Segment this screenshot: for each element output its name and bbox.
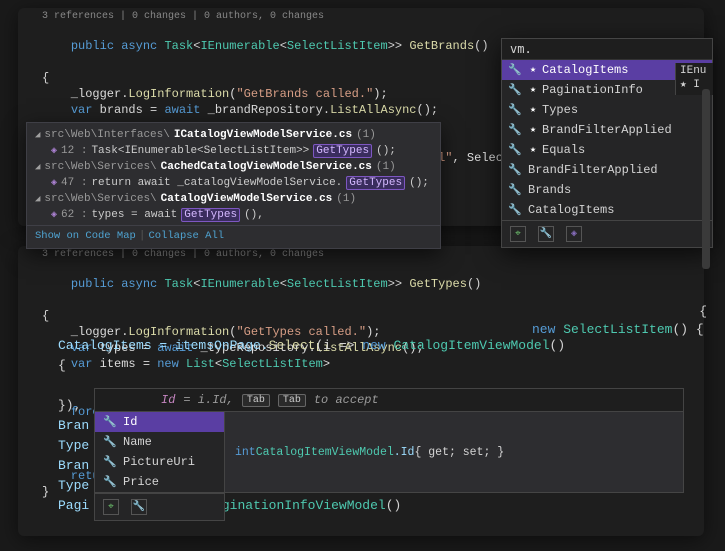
intellisense-popup[interactable]: vm. 🔧★CatalogItems🔧★PaginationInfo🔧★Type… [501,38,713,248]
wrench-icon: 🔧 [508,203,522,217]
background-code-fragment: { [699,304,707,319]
wrench-icon: 🔧 [508,63,522,77]
ref-file-row[interactable]: ◢src\Web\Services\CachedCatalogViewModel… [27,159,440,175]
intellisense-item[interactable]: 🔧 ★ Equals [502,140,712,160]
wrench-icon: 🔧 [508,83,522,97]
intellisense-item[interactable]: 🔧 Id [95,412,224,432]
ref-file-row[interactable]: ◢src\Web\Services\CatalogViewModelServic… [27,191,440,207]
intellisense-item[interactable]: 🔧 ★ BrandFilterApplied [502,120,712,140]
intellisense-item-label: Name [123,435,216,449]
intellisense-item[interactable]: 🔧 Price [95,472,224,492]
wrench-icon: 🔧 [508,123,522,137]
intellisense-item-label: Price [123,475,216,489]
intellisense-tooltip: int CatalogItemViewModel.Id { get; set; … [225,412,683,492]
cube-icon[interactable]: ◈ [566,226,582,242]
wrench-icon: 🔧 [103,475,117,489]
expand-icon[interactable]: ◢ [35,130,40,140]
star-icon: ★ [530,104,536,116]
star-icon: ★ [530,64,536,76]
wrench-icon: 🔧 [508,183,522,197]
find-references-popup[interactable]: ◢src\Web\Interfaces\ICatalogViewModelSer… [26,122,441,249]
intellisense-footer: ⌖ 🔧 ◈ [502,220,712,247]
target-icon[interactable]: ⌖ [103,499,119,515]
wrench-icon[interactable]: 🔧 [131,499,147,515]
intellisense-item-label: BrandFilterApplied [542,123,706,137]
intellisense-item[interactable]: 🔧 ★ Types [502,100,712,120]
intellisense-list[interactable]: 🔧 Id 🔧 Name 🔧 PictureUri 🔧 Price [95,412,225,492]
codelens-row[interactable]: 3 references | 0 changes | 0 authors, 0 … [18,8,704,22]
ref-result-row[interactable]: ◈47 : return await _catalogViewModelServ… [27,175,440,191]
wrench-icon[interactable]: 🔧 [538,226,554,242]
inline-suggestion-hint: Id = i.Id, Tab Tab to accept [94,388,684,412]
intellisense-filter[interactable]: vm. [502,39,712,60]
intellisense-item[interactable]: 🔧 CatalogItems [502,200,712,220]
intellisense-item-label: Equals [542,143,706,157]
member-icon: ◈ [51,177,57,189]
star-icon: ★ [530,124,536,136]
intellisense-item[interactable]: 🔧 PictureUri [95,452,224,472]
wrench-icon: 🔧 [103,455,117,469]
member-icon: ◈ [51,145,57,157]
intellisense-item-label: Types [542,103,706,117]
code-line: public async Task<IEnumerable<SelectList… [18,260,704,308]
ref-result-row[interactable]: ◈12 : Task<IEnumerable<SelectListItem>> … [27,143,440,159]
intellisense-footer: ⌖ 🔧 [94,493,225,521]
target-icon[interactable]: ⌖ [510,226,526,242]
member-icon: ◈ [51,209,57,221]
scrollbar-thumb[interactable] [702,89,710,269]
intellisense-item-label: PictureUri [123,455,216,469]
intellisense-item[interactable]: 🔧 Name [95,432,224,452]
wrench-icon: 🔧 [508,103,522,117]
intellisense-inline-popup[interactable]: Id = i.Id, Tab Tab to accept 🔧 Id 🔧 Name 🔧 Pi… [94,388,684,521]
tab-key-badge: Tab [278,394,306,407]
ref-file-row[interactable]: ◢src\Web\Interfaces\ICatalogViewModelSer… [27,127,440,143]
intellisense-item-label: Brands [528,183,706,197]
intellisense-item[interactable]: 🔧 BrandFilterApplied [502,160,712,180]
wrench-icon: 🔧 [103,415,117,429]
intellisense-item-label: BrandFilterApplied [528,163,706,177]
intellisense-item-label: CatalogItems [528,203,706,217]
collapse-all-link[interactable]: Collapse All [148,230,224,242]
star-icon: ★ [530,144,536,156]
wrench-icon: 🔧 [508,143,522,157]
star-icon: ★ [530,84,536,96]
ref-result-row[interactable]: ◈62 : types = await GetTypes(), [27,207,440,223]
expand-icon[interactable]: ◢ [35,194,40,204]
keyword: public [71,39,114,53]
background-code-fragment: new SelectListItem() { [532,322,704,337]
wrench-icon: 🔧 [508,163,522,177]
expand-icon[interactable]: ◢ [35,162,40,172]
show-on-code-map-link[interactable]: Show on Code Map [35,230,136,242]
intellisense-item[interactable]: 🔧 Brands [502,180,712,200]
intellisense-item-label: Id [123,415,216,429]
refs-footer: Show on Code Map|Collapse All [27,225,440,244]
wrench-icon: 🔧 [103,435,117,449]
tab-key-badge: Tab [242,394,270,407]
